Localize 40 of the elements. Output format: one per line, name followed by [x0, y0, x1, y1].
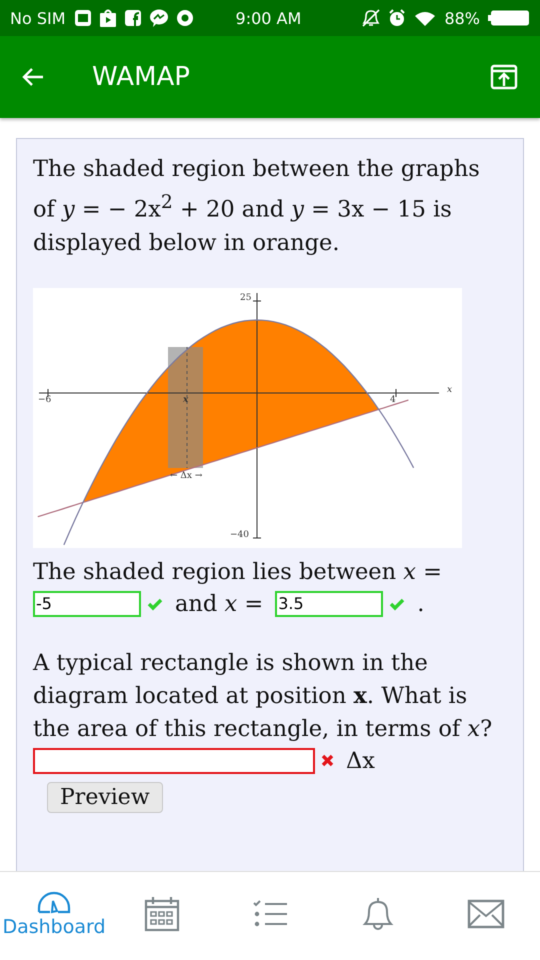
tick-label: −6: [38, 396, 52, 404]
answer-field[interactable]: [33, 748, 315, 774]
muted-bell-icon: [362, 9, 380, 27]
mail-app-icon: [74, 9, 92, 27]
bell-icon: [360, 896, 396, 932]
nav-tab[interactable]: Dashboard: [4, 890, 104, 938]
wifi-icon: [414, 9, 436, 27]
speedometer-icon: [36, 890, 72, 914]
cross-icon: [321, 754, 334, 767]
question-text: The shaded region between the graphs of y = − 2x$^{2}$ + 20 and y = 3x − 15 is displayed below in orange.: [33, 155, 481, 258]
tick-label: 4: [390, 396, 396, 404]
facebook-icon: [124, 9, 142, 27]
equation-text: and x =: [175, 590, 264, 616]
battery-percent: 88%: [444, 8, 480, 28]
clock-text: 9:00 AM: [236, 8, 302, 28]
tick-label: −40: [230, 530, 249, 540]
open-external-icon[interactable]: [490, 64, 518, 90]
checkmark-icon: [389, 596, 406, 610]
axis-label: x: [447, 386, 452, 394]
period-text: .: [417, 590, 424, 616]
carrier-text: No SIM: [10, 8, 66, 28]
battery-icon: [488, 10, 530, 26]
checkmark-icon: [147, 596, 163, 610]
browser-icon: [176, 9, 194, 27]
area-question-text: A typical rectangle is shown in the diagram located at position x. What is the area of this rectangle, in terms of x?: [33, 648, 494, 744]
preview-button[interactable]: Preview: [47, 782, 163, 812]
tick-label: 25: [240, 294, 252, 302]
store-bag-icon: [98, 9, 117, 27]
position-label: x: [183, 396, 188, 404]
back-arrow-icon[interactable]: [22, 67, 44, 87]
answer-field[interactable]: -5: [33, 590, 141, 616]
checklist-icon: [252, 899, 288, 929]
mail-icon: [467, 899, 505, 929]
unit-text: Δx: [346, 748, 375, 774]
bounds-text: The shaded region lies between x =: [33, 558, 443, 586]
app-title: WAMAP: [92, 62, 190, 92]
chat-bubble-icon: [148, 8, 169, 28]
alarm-clock-icon: [388, 9, 406, 27]
calendar-icon: [144, 896, 180, 932]
answer-field[interactable]: 3.5: [275, 590, 384, 616]
